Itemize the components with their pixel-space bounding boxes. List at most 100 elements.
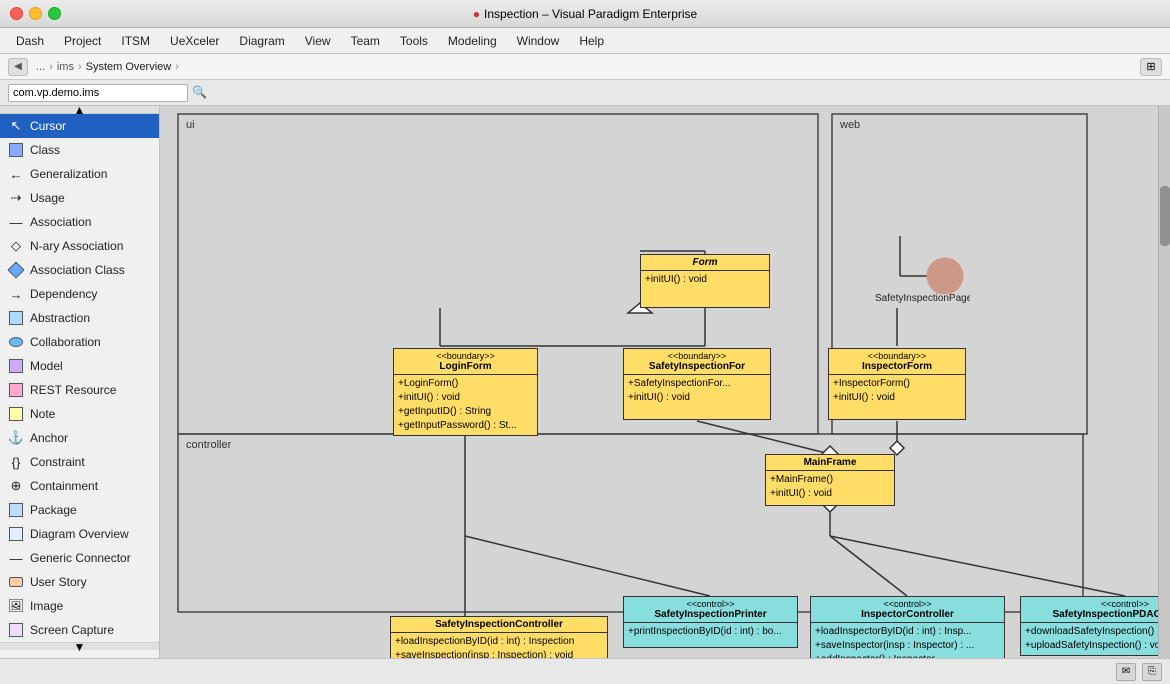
sidebar-label-containment: Containment <box>30 479 98 493</box>
sidebar-item-association[interactable]: —Association <box>0 210 159 234</box>
sidebar-item-abstraction[interactable]: Abstraction <box>0 306 159 330</box>
sidebar: ▲↖CursorClass←Generalization⇢Usage—Assoc… <box>0 106 160 658</box>
uml-node-mainframe[interactable]: MainFrame+MainFrame()+initUI() : void <box>765 454 895 506</box>
node-body-safetyinspectionprinter: +printInspectionByID(id : int) : bo... <box>624 623 797 641</box>
menu-item-diagram[interactable]: Diagram <box>231 32 292 50</box>
menu-item-itsm[interactable]: ITSM <box>113 32 158 50</box>
node-method: +MainFrame() <box>770 473 890 487</box>
canvas-area[interactable]: ui web controller <box>160 106 1170 658</box>
sidebar-item-collaboration[interactable]: Collaboration <box>0 330 159 354</box>
sidebar-item-class[interactable]: Class <box>0 138 159 162</box>
search-input[interactable] <box>8 84 188 102</box>
sidebar-item-anchor[interactable]: ⚓Anchor <box>0 426 159 450</box>
userstory-icon <box>8 574 24 590</box>
node-header-mainframe: MainFrame <box>766 455 894 471</box>
node-body-form: +initUI() : void <box>641 271 769 289</box>
sidebar-scroll-up[interactable]: ▲ <box>0 106 159 114</box>
sidebar-item-image[interactable]: 🖼Image <box>0 594 159 618</box>
window-title: Inspection – Visual Paradigm Enterprise <box>484 7 697 21</box>
menu-item-view[interactable]: View <box>297 32 339 50</box>
breadcrumb-ims[interactable]: ims <box>57 61 74 73</box>
sidebar-label-user-story: User Story <box>30 575 87 589</box>
screen-icon <box>8 622 24 638</box>
node-method: +saveInspector(insp : Inspector) : ... <box>815 639 1000 653</box>
node-method: +initUI() : void <box>628 391 766 405</box>
uml-node-safetyinspectionpdacontrolle[interactable]: <<control>>SafetyInspectionPDAControlle+… <box>1020 596 1170 656</box>
title-icon: ● <box>473 7 480 21</box>
minimize-button[interactable] <box>29 7 42 20</box>
web-component-safetyinspectionpage: SafetyInspectionPage <box>870 226 970 329</box>
sidebar-item-association-class[interactable]: Association Class <box>0 258 159 282</box>
constraint-icon: {} <box>8 454 24 470</box>
node-method: +SafetyInspectionFor... <box>628 377 766 391</box>
sidebar-item-constraint[interactable]: {} Constraint <box>0 450 159 474</box>
sidebar-label-model: Model <box>30 359 63 373</box>
menu-item-uexceler[interactable]: UeXceler <box>162 32 227 50</box>
scroll-thumb[interactable] <box>1160 186 1170 246</box>
vertical-scrollbar[interactable] <box>1158 106 1170 658</box>
sidebar-item-diagram-overview[interactable]: Diagram Overview <box>0 522 159 546</box>
node-name-inspectorform: InspectorForm <box>833 361 961 372</box>
sidebar-label-abstraction: Abstraction <box>30 311 90 325</box>
node-name-safetyinspectionprinter: SafetyInspectionPrinter <box>628 609 793 620</box>
sidebar-item-note[interactable]: Note <box>0 402 159 426</box>
uml-node-safetyinspectionfor[interactable]: <<boundary>>SafetyInspectionFor+SafetyIn… <box>623 348 771 420</box>
dependency-icon: → <box>8 286 24 302</box>
node-stereotype-loginform: <<boundary>> <box>398 351 533 361</box>
sidebar-item-rest-resource[interactable]: REST Resource <box>0 378 159 402</box>
sidebar-item-dependency[interactable]: →Dependency <box>0 282 159 306</box>
menu-item-modeling[interactable]: Modeling <box>440 32 505 50</box>
uml-node-safetyinspectioncontroller[interactable]: SafetyInspectionController+loadInspectio… <box>390 616 608 658</box>
search-icon[interactable]: 🔍 <box>192 85 208 101</box>
menu-item-tools[interactable]: Tools <box>392 32 436 50</box>
uml-node-safetyinspectionprinter[interactable]: <<control>>SafetyInspectionPrinter+print… <box>623 596 798 648</box>
uml-node-inspectorform[interactable]: <<boundary>>InspectorForm+InspectorForm(… <box>828 348 966 420</box>
close-button[interactable] <box>10 7 23 20</box>
maximize-button[interactable] <box>48 7 61 20</box>
uml-node-form[interactable]: Form+initUI() : void <box>640 254 770 308</box>
sidebar-label-cursor: Cursor <box>30 119 66 133</box>
sidebar-item-screen-capture[interactable]: Screen Capture <box>0 618 159 642</box>
breadcrumb-nav-dots[interactable]: ... <box>36 61 45 73</box>
model-icon <box>8 358 24 374</box>
sidebar-scroll-down[interactable]: ▼ <box>0 642 159 650</box>
sidebar-item-nary-association[interactable]: ◇N-ary Association <box>0 234 159 258</box>
sidebar-item-user-story[interactable]: User Story <box>0 570 159 594</box>
node-method: +loadInspectorByID(id : int) : Insp... <box>815 625 1000 639</box>
search-bar: 🔍 <box>0 80 1170 106</box>
menu-item-window[interactable]: Window <box>509 32 568 50</box>
menu-item-help[interactable]: Help <box>571 32 612 50</box>
node-method: +getInputPassword() : St... <box>398 419 533 433</box>
sidebar-item-cursor[interactable]: ↖Cursor <box>0 114 159 138</box>
uml-node-inspectorcontroller[interactable]: <<control>>InspectorController+loadInspe… <box>810 596 1005 658</box>
export-button[interactable]: ⎘ <box>1142 663 1162 681</box>
svg-text:web: web <box>839 119 860 131</box>
sidebar-item-generalization[interactable]: ←Generalization <box>0 162 159 186</box>
sidebar-label-usage: Usage <box>30 191 65 205</box>
node-name-mainframe: MainFrame <box>770 457 890 468</box>
menu-item-team[interactable]: Team <box>343 32 388 50</box>
node-method: +downloadSafetyInspection() : ... <box>1025 625 1170 639</box>
node-method: +addInspector() : Inspector <box>815 653 1000 658</box>
diagram-view-toggle[interactable]: ⊞ <box>1140 58 1162 76</box>
traffic-lights <box>10 7 61 20</box>
association-icon: — <box>8 214 24 230</box>
node-method: +uploadSafetyInspection() : void <box>1025 639 1170 653</box>
sidebar-label-constraint: Constraint <box>30 455 85 469</box>
sidebar-item-usage[interactable]: ⇢Usage <box>0 186 159 210</box>
sidebar-label-class: Class <box>30 143 60 157</box>
menubar: DashProjectITSMUeXcelerDiagram ViewTeamTo… <box>0 28 1170 54</box>
sidebar-item-containment[interactable]: ⊕Containment <box>0 474 159 498</box>
sidebar-item-model[interactable]: Model <box>0 354 159 378</box>
breadcrumb-back-button[interactable]: ◀ <box>8 58 28 76</box>
sidebar-label-image: Image <box>30 599 63 613</box>
menu-item-dash[interactable]: Dash <box>8 32 52 50</box>
sidebar-label-generic-connector: Generic Connector <box>30 551 131 565</box>
node-body-safetyinspectionfor: +SafetyInspectionFor...+initUI() : void <box>624 375 770 407</box>
node-name-safetyinspectionfor: SafetyInspectionFor <box>628 361 766 372</box>
sidebar-item-generic-connector[interactable]: —Generic Connector <box>0 546 159 570</box>
email-button[interactable]: ✉ <box>1116 663 1136 681</box>
sidebar-item-package[interactable]: Package <box>0 498 159 522</box>
menu-item-project[interactable]: Project <box>56 32 109 50</box>
uml-node-loginform[interactable]: <<boundary>>LoginForm+LoginForm()+initUI… <box>393 348 538 436</box>
